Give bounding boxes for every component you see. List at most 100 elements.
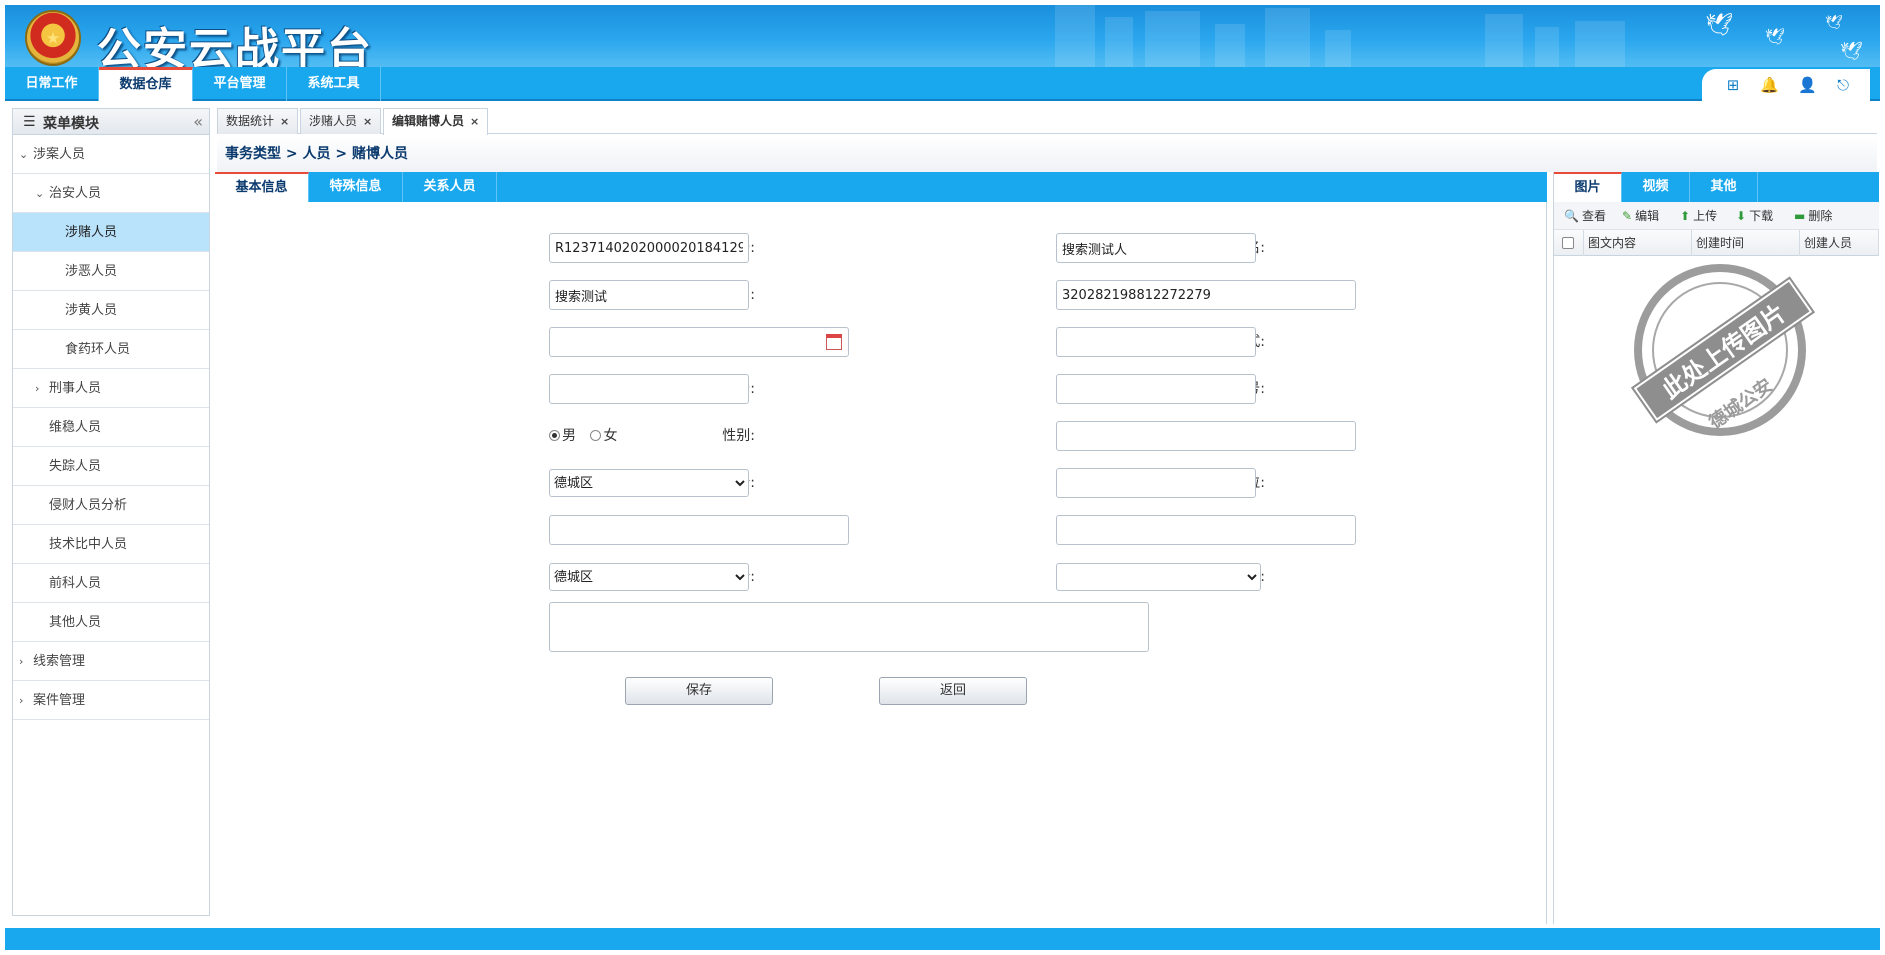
nav-tab-data-warehouse[interactable]: 数据仓库 [99,67,193,101]
remark-textarea[interactable] [549,602,1149,652]
contact-field[interactable] [1056,327,1256,357]
tab-special-info[interactable]: 特殊信息 [309,172,403,202]
sidebar-item-public-security[interactable]: ⌄ 治安人员 [13,174,209,213]
idcard-field[interactable] [1056,280,1356,310]
qq-field[interactable] [549,374,749,404]
sidebar-item-property-analysis[interactable]: 侵财人员分析 [13,486,209,525]
form-tabs: 基本信息 特殊信息 关系人员 [215,172,1547,202]
ethnic-select[interactable] [1056,563,1261,591]
upload-arrow-icon: ⬆ [1680,209,1691,223]
attachment-panel: 图片 视频 其他 🔍 查看 ✎ 编辑 ⬆ 上传 ⬇ 下载 ▬ 删除 图文内容 创建时间 创… [1553,172,1879,924]
work-unit-field[interactable] [1056,468,1256,498]
pencil-icon: ✎ [1622,209,1633,223]
download-arrow-icon: ⬇ [1736,209,1747,223]
dove-icon: 🕊 [1840,41,1863,62]
sidebar-item-criminal[interactable]: › 刑事人员 [13,369,209,408]
tab-videos[interactable]: 视频 [1622,172,1690,202]
tab-related-persons[interactable]: 关系人员 [403,172,497,202]
sidebar-item-label: 食药环人员 [65,342,131,357]
alias-field[interactable] [549,280,749,310]
tab-basic-info[interactable]: 基本信息 [215,172,309,202]
nav-tab-platform-management[interactable]: 平台管理 [193,67,287,101]
huji-address-field[interactable] [1056,421,1356,451]
sidebar-item-label: 技术比中人员 [49,537,128,552]
sidebar-item-label: 刑事人员 [49,381,102,396]
sidebar-item-label: 维稳人员 [49,420,102,435]
sidebar-item-stability[interactable]: 维稳人员 [13,408,209,447]
attachment-toolbar: 🔍 查看 ✎ 编辑 ⬆ 上传 ⬇ 下载 ▬ 删除 [1554,202,1879,230]
sidebar-item-label: 涉案人员 [33,147,86,162]
sidebar-item-case-personnel[interactable]: ⌄ 涉案人员 [13,135,209,174]
top-nav: 日常工作 数据仓库 平台管理 系统工具 ⊞ 🔔 👤 ⎋ [5,67,1880,101]
select-all-cell [1554,230,1584,256]
app-window: ★ 公安云战平台 🕊 🕊 🕊 🕊 日常工作 数据仓库 平台管理 系统工具 ⊞ 🔔… [0,0,1885,955]
calendar-icon[interactable] [826,334,842,350]
bell-icon[interactable]: 🔔 [1760,76,1779,94]
logout-icon[interactable]: ⎋ [1834,76,1852,94]
close-icon[interactable]: × [280,115,289,128]
delete-button[interactable]: ▬ 删除 [1794,207,1832,224]
birthdate-field[interactable] [549,327,849,357]
page-tab-gambling[interactable]: 涉赌人员 × [300,108,382,134]
sidebar-item-label: 前科人员 [49,576,102,591]
tab-others[interactable]: 其他 [1690,172,1758,202]
sidebar-item-pornography[interactable]: 涉黄人员 [13,291,209,330]
page-tab-data-stats[interactable]: 数据统计 × [217,108,299,134]
sidebar-item-case-management[interactable]: › 案件管理 [13,681,209,720]
column-header-content[interactable]: 图文内容 [1584,230,1692,256]
work-address-field[interactable] [549,515,849,545]
save-button[interactable]: 保存 [625,677,773,705]
download-button[interactable]: ⬇ 下载 [1736,207,1773,224]
attachment-table-header: 图文内容 创建时间 创建人员 [1554,230,1879,256]
gender-male-radio[interactable] [549,430,560,441]
collapse-icon[interactable]: « [193,112,203,131]
nav-toolbar: ⊞ 🔔 👤 ⎋ [1702,69,1870,101]
upload-placeholder-stamp[interactable]: 此处上传图片 德城公安 [1631,264,1815,436]
sidebar: ☰ 菜单模块 « ⌄ 涉案人员 ⌄ 治安人员 涉赌人员 涉恶人员 涉黄人员 食药… [12,108,210,916]
sidebar-item-tech-match[interactable]: 技术比中人员 [13,525,209,564]
current-address-field[interactable] [1056,515,1356,545]
page-tabs: 数据统计 × 涉赌人员 × 编辑赌博人员 × [217,108,1877,135]
column-header-creator[interactable]: 创建人员 [1800,230,1879,256]
nav-tab-system-tools[interactable]: 系统工具 [287,67,381,101]
select-all-checkbox[interactable] [1562,237,1574,249]
attachment-tabs: 图片 视频 其他 [1554,172,1879,202]
edit-button[interactable]: ✎ 编辑 [1622,207,1659,224]
code-field[interactable] [549,233,749,263]
gender-female-radio[interactable] [590,430,602,441]
page-tab-label: 编辑赌博人员 [392,114,465,128]
sidebar-item-other-personnel[interactable]: 其他人员 [13,603,209,642]
sidebar-item-missing[interactable]: 失踪人员 [13,447,209,486]
view-button[interactable]: 🔍 查看 [1564,207,1606,224]
name-field[interactable] [1056,233,1256,263]
sidebar-item-label: 涉赌人员 [65,225,118,240]
sidebar-item-gang[interactable]: 涉恶人员 [13,252,209,291]
sidebar-item-label: 线索管理 [33,654,86,669]
wechat-field[interactable] [1056,374,1256,404]
user-switch-icon[interactable]: 👤 [1798,76,1817,94]
close-icon[interactable]: × [470,115,479,128]
column-header-created-time[interactable]: 创建时间 [1692,230,1800,256]
huji-area-select[interactable]: 德城区 [549,469,749,497]
skyline-decoration [1485,14,1523,67]
upload-button[interactable]: ⬆ 上传 [1680,207,1717,224]
tab-pictures[interactable]: 图片 [1554,172,1622,202]
org-chart-icon[interactable]: ⊞ [1724,76,1742,94]
close-icon[interactable]: × [363,115,372,128]
skyline-decoration [1325,29,1351,67]
sidebar-item-gambling[interactable]: 涉赌人员 [13,213,209,252]
star-icon: ★ [45,28,61,48]
sidebar-item-prior-record[interactable]: 前科人员 [13,564,209,603]
chevron-down-icon: ⌄ [19,148,29,161]
sidebar-item-clue-management[interactable]: › 线索管理 [13,642,209,681]
dove-icon: 🕊 [1825,15,1843,31]
nav-tab-daily-work[interactable]: 日常工作 [5,67,99,101]
form-panel: 基本信息 特殊信息 关系人员 编号: 姓名: 别名: 身份证号: 出生日期: 联… [215,172,1547,924]
current-area-select[interactable]: 德城区 [549,563,749,591]
sidebar-item-food-drug-env[interactable]: 食药环人员 [13,330,209,369]
back-button[interactable]: 返回 [879,677,1027,705]
breadcrumb: 事务类型 > 人员 > 赌博人员 [217,136,1877,172]
sidebar-item-label: 失踪人员 [49,459,102,474]
delete-icon: ▬ [1794,209,1806,223]
page-tab-edit-gambling[interactable]: 编辑赌博人员 × [383,108,489,135]
